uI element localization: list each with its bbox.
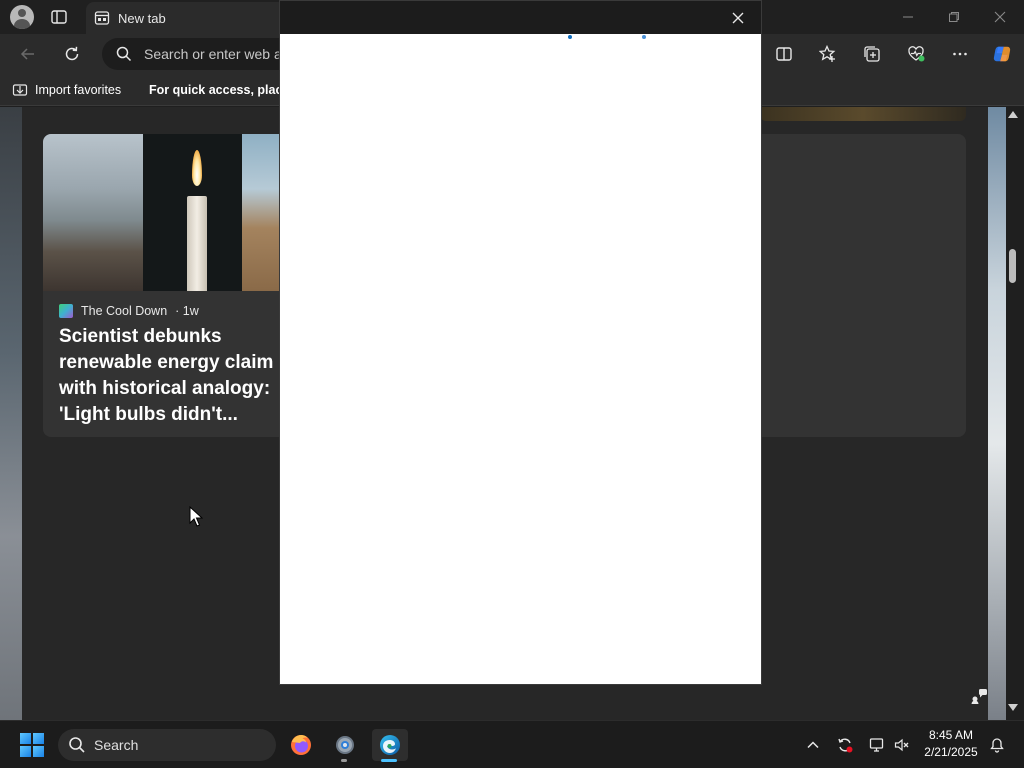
sync-status-button[interactable] [835,735,855,755]
profile-avatar[interactable] [10,5,34,29]
import-favorites-label: Import favorites [35,83,122,97]
import-icon [12,84,28,96]
start-button[interactable] [20,733,44,757]
background-image-right [988,107,1006,720]
star-icon [819,45,836,62]
browser-essentials-button[interactable] [904,42,928,66]
restore-icon [949,12,959,22]
search-icon [116,46,132,62]
popup-header [280,1,761,34]
windows-logo-tile [33,733,44,744]
notifications-button[interactable] [987,735,1007,755]
candle [187,196,207,291]
clock-time: 8:45 AM [928,728,974,742]
search-icon [69,737,85,753]
article-headline[interactable]: Scientist debunks renewable energy claim… [59,324,284,428]
close-icon [732,12,744,24]
wind-turbine-image [242,134,283,291]
scrollbar-thumb[interactable] [1009,249,1016,283]
edge-active-indicator [381,759,397,762]
tab-title: New tab [118,10,166,26]
loading-dot [568,35,572,39]
screen: New tab Search or enter web address Impo… [0,0,1024,768]
news-card-image [43,134,283,291]
volume-button[interactable] [892,735,912,755]
collections-button[interactable] [860,42,884,66]
minimize-button[interactable] [888,4,928,30]
back-arrow-icon [20,48,34,60]
taskbar: Search 8:45 AM 2/21/2025 [0,720,1024,768]
chevron-up-icon [807,741,819,749]
candle-image [143,134,242,291]
collections-icon [864,46,880,62]
windows-logo-tile [33,746,44,757]
candle-flame [192,150,202,186]
back-button[interactable] [14,40,42,68]
new-tab-page-icon [94,11,110,25]
volume-muted-icon [894,738,909,752]
settings-running-indicator [341,759,347,762]
background-image-left [0,107,22,720]
tab-actions-icon[interactable] [50,8,68,26]
show-hidden-icons-button[interactable] [803,735,823,755]
article-age: · 1w [175,304,199,318]
network-icon [869,738,884,752]
copilot-icon [993,46,1011,62]
minimize-icon [903,16,913,18]
taskbar-search-label: Search [94,737,139,753]
close-window-button[interactable] [980,4,1020,30]
factory-image [43,134,143,291]
split-screen-icon [776,47,792,61]
system-clock[interactable]: 8:45 AM 2/21/2025 [918,727,984,761]
favorites-button[interactable] [816,42,840,66]
popup-dialog [279,0,762,685]
page-scrollbar[interactable] [1006,107,1024,720]
tab-new-tab[interactable]: New tab [86,2,286,34]
refresh-button[interactable] [58,40,86,68]
previous-card-edge [760,107,966,121]
settings-app[interactable] [329,729,361,761]
heart-pulse-icon [908,46,925,62]
copilot-button[interactable] [990,42,1014,66]
refresh-icon [65,46,79,61]
feedback-icon[interactable] [970,687,988,705]
popup-close-button[interactable] [728,8,748,28]
network-button[interactable] [867,735,887,755]
import-favorites-button[interactable]: Import favorites [12,82,121,98]
edge-app[interactable] [372,729,408,761]
loading-dot [642,35,646,39]
taskbar-search[interactable]: Search [58,729,276,761]
bell-icon [990,738,1004,753]
sync-icon [838,738,853,753]
source-logo-icon [59,304,73,318]
mouse-cursor [189,505,204,528]
source-name: The Cool Down [81,304,168,318]
windows-logo-tile [20,746,31,757]
firefox-app[interactable] [285,729,317,761]
scroll-down-arrow-icon[interactable] [1008,704,1018,711]
gear-icon [336,736,354,754]
settings-and-more-button[interactable] [948,42,972,66]
restore-button[interactable] [934,4,974,30]
more-icon [953,52,967,56]
windows-logo-tile [20,733,31,744]
clock-date: 2/21/2025 [924,745,978,759]
news-source: The Cool Down · 1w [59,304,199,318]
firefox-icon [291,735,311,755]
close-icon [994,11,1006,23]
edge-icon [380,735,400,755]
split-screen-button[interactable] [772,42,796,66]
scroll-up-arrow-icon[interactable] [1008,111,1018,118]
